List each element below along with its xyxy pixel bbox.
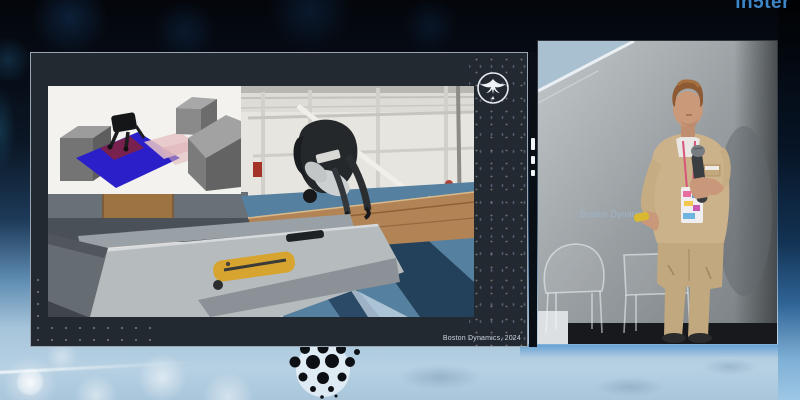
right-edge-gradient xyxy=(778,0,800,400)
presenter-camera: Boston Dynamics xyxy=(537,40,778,345)
stream-frame: in5ter xyxy=(0,0,800,400)
separator-dash xyxy=(531,170,535,176)
stage-floor xyxy=(538,323,777,344)
stage-light-glow xyxy=(0,70,32,210)
separator-dash xyxy=(531,156,535,164)
separator-dash xyxy=(531,138,535,150)
brand-logo: in5ter xyxy=(735,0,790,14)
swallow-emblem-icon xyxy=(475,70,511,106)
slide-panel: Boston Dynamics, 2024 xyxy=(30,52,528,347)
simulation-inset xyxy=(48,86,241,194)
screen-floor-glow xyxy=(520,344,782,358)
panel-gap xyxy=(529,52,537,347)
dot-sphere-graphic xyxy=(283,346,369,400)
slide-caption: Boston Dynamics, 2024 xyxy=(443,335,521,342)
